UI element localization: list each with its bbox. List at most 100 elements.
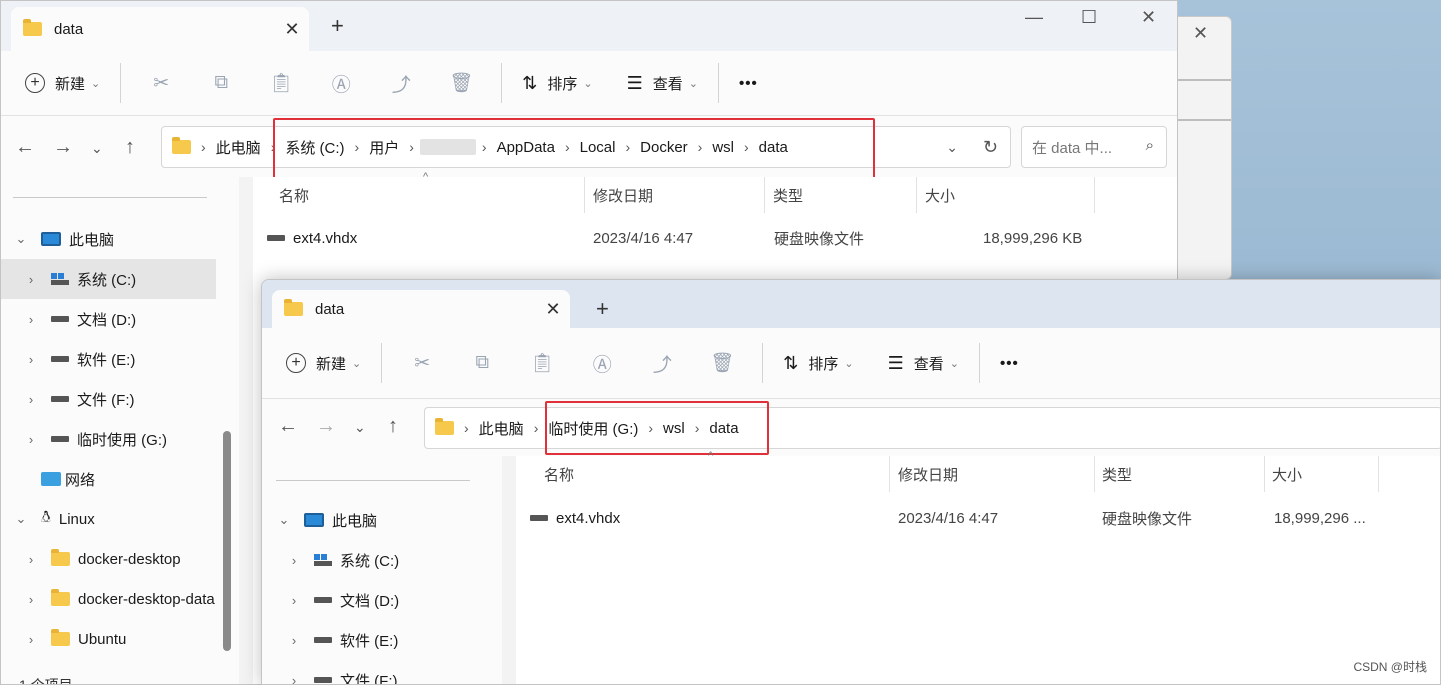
file-row[interactable]: ext4.vhdx 2023/4/16 4:47 硬盘映像文件 18,999,2…: [267, 218, 1147, 258]
nav-drive-e[interactable]: › 软件 (E:): [23, 339, 238, 379]
back-arrow-icon[interactable]: ←: [278, 415, 298, 438]
nav-drive-d[interactable]: › 文档 (D:): [23, 299, 238, 339]
nav-drive-d[interactable]: › 文档 (D:): [286, 580, 501, 620]
paste-icon[interactable]: 📋︎: [512, 351, 572, 375]
nav-label: Linux: [58, 510, 95, 528]
close-tab-icon[interactable]: ✕: [275, 19, 309, 40]
breadcrumb-this-pc[interactable]: 此电脑: [216, 137, 261, 158]
column-divider[interactable]: [1264, 456, 1265, 492]
drive-icon: [314, 597, 332, 603]
close-icon[interactable]: ✕: [1193, 23, 1208, 44]
drive-icon: [51, 436, 69, 442]
nav-drive-f[interactable]: › 文件 (F:): [23, 379, 238, 419]
column-divider[interactable]: [764, 177, 765, 213]
column-header-size[interactable]: 大小: [925, 177, 955, 213]
nav-label: 文件 (F:): [340, 672, 398, 685]
more-options-button[interactable]: •••: [1000, 355, 1019, 372]
column-header-type[interactable]: 类型: [1102, 456, 1132, 492]
view-button[interactable]: ☰ 查看 ⌄: [627, 73, 698, 94]
column-header-name[interactable]: 名称: [544, 456, 574, 492]
rename-icon[interactable]: Ⓐ: [311, 70, 371, 97]
forward-arrow-icon[interactable]: →: [53, 136, 73, 159]
refresh-icon[interactable]: ↻: [983, 137, 998, 158]
column-divider[interactable]: [916, 177, 917, 213]
share-icon[interactable]: ⤴: [371, 70, 431, 97]
nav-drive-g[interactable]: › 临时使用 (G:): [23, 419, 238, 459]
nav-drive-f[interactable]: › 文件 (F:): [286, 660, 501, 685]
chevron-right-icon: ›: [291, 632, 297, 648]
new-button[interactable]: + 新建 ⌄: [286, 353, 361, 374]
copy-icon[interactable]: ⧉: [191, 72, 251, 94]
file-modified: 2023/4/16 4:47: [593, 229, 694, 247]
copy-icon[interactable]: ⧉: [452, 352, 512, 374]
column-header-size[interactable]: 大小: [1272, 456, 1302, 492]
nav-drive-c[interactable]: › 系统 (C:): [286, 540, 501, 580]
folder-icon: [51, 589, 70, 606]
nav-this-pc[interactable]: ⌄ 此电脑: [276, 500, 491, 540]
nav-linux[interactable]: ⌄ 🐧︎ Linux: [13, 499, 228, 539]
column-divider[interactable]: [1094, 456, 1095, 492]
column-header-modified[interactable]: 修改日期: [593, 177, 653, 213]
file-row[interactable]: ext4.vhdx 2023/4/16 4:47 硬盘映像文件 18,999,2…: [530, 498, 1430, 538]
file-list: ^ 名称 修改日期 类型 大小 ext4.vhdx 2023/4/16 4:47…: [502, 450, 1440, 684]
file-type: 硬盘映像文件: [774, 230, 865, 248]
sort-button[interactable]: ⇅ 排序 ⌄: [522, 73, 592, 94]
rename-icon[interactable]: Ⓐ: [572, 350, 632, 377]
more-options-button[interactable]: •••: [739, 75, 758, 92]
column-header-name[interactable]: 名称: [279, 177, 309, 213]
share-icon[interactable]: ⤴: [632, 350, 692, 377]
minimize-icon[interactable]: —: [1025, 7, 1043, 28]
plus-circle-icon: +: [286, 353, 306, 373]
address-history-chevron-icon[interactable]: ⌄: [946, 139, 958, 156]
column-divider[interactable]: [1094, 177, 1095, 213]
up-arrow-icon[interactable]: ↑: [125, 136, 135, 159]
content-scroll-track[interactable]: [502, 456, 516, 684]
cut-icon[interactable]: ✂: [131, 72, 191, 95]
nav-label: 软件 (E:): [77, 351, 136, 369]
nav-drive-e[interactable]: › 软件 (E:): [286, 620, 501, 660]
new-tab-button[interactable]: +: [596, 296, 609, 322]
nav-docker-desktop-data[interactable]: › docker-desktop-data: [23, 579, 217, 619]
nav-drive-c[interactable]: › 系统 (C:): [1, 259, 216, 299]
maximize-icon[interactable]: ☐: [1081, 7, 1097, 28]
nav-this-pc[interactable]: ⌄ 此电脑: [13, 219, 228, 259]
close-tab-icon[interactable]: ✕: [536, 299, 570, 320]
recent-chevron-icon[interactable]: ⌄: [91, 140, 103, 157]
folder-icon: [435, 418, 454, 435]
search-input[interactable]: 在 data 中... ⌕: [1021, 126, 1167, 168]
nav-scrollbar[interactable]: [223, 431, 231, 651]
view-icon: ☰: [887, 352, 904, 373]
chevron-down-icon: ⌄: [278, 512, 290, 527]
new-tab-button[interactable]: +: [331, 13, 344, 39]
column-divider[interactable]: [889, 456, 890, 492]
new-button[interactable]: + 新建 ⌄: [25, 73, 100, 94]
paste-icon[interactable]: 📋︎: [251, 71, 311, 95]
column-header-type[interactable]: 类型: [773, 177, 803, 213]
view-button[interactable]: ☰ 查看 ⌄: [888, 353, 959, 374]
highlight-box: [545, 401, 769, 455]
folder-icon: [51, 549, 70, 566]
drive-icon: [51, 396, 69, 402]
recent-chevron-icon[interactable]: ⌄: [354, 419, 366, 436]
cut-icon[interactable]: ✂: [392, 352, 452, 375]
tab-data[interactable]: data ✕: [11, 7, 309, 51]
column-divider[interactable]: [584, 177, 585, 213]
sort-button[interactable]: ⇅ 排序 ⌄: [783, 353, 853, 374]
column-divider[interactable]: [1378, 456, 1379, 492]
content-scroll-track[interactable]: [239, 177, 253, 684]
delete-icon[interactable]: 🗑︎: [431, 71, 491, 95]
breadcrumb-this-pc[interactable]: 此电脑: [479, 418, 524, 439]
system-drive-icon: [314, 554, 332, 566]
tab-data[interactable]: data ✕: [272, 290, 570, 328]
nav-ubuntu[interactable]: › Ubuntu: [23, 619, 238, 659]
column-header-modified[interactable]: 修改日期: [898, 456, 958, 492]
close-icon[interactable]: ✕: [1141, 7, 1156, 28]
nav-network[interactable]: 网络: [31, 459, 246, 499]
delete-icon[interactable]: 🗑︎: [692, 351, 752, 375]
forward-arrow-icon[interactable]: →: [316, 415, 336, 438]
back-arrow-icon[interactable]: ←: [15, 136, 35, 159]
up-arrow-icon[interactable]: ↑: [388, 415, 398, 438]
chevron-right-icon: ›: [201, 139, 206, 155]
nav-docker-desktop[interactable]: › docker-desktop: [23, 539, 238, 579]
disk-image-icon: [530, 515, 548, 521]
